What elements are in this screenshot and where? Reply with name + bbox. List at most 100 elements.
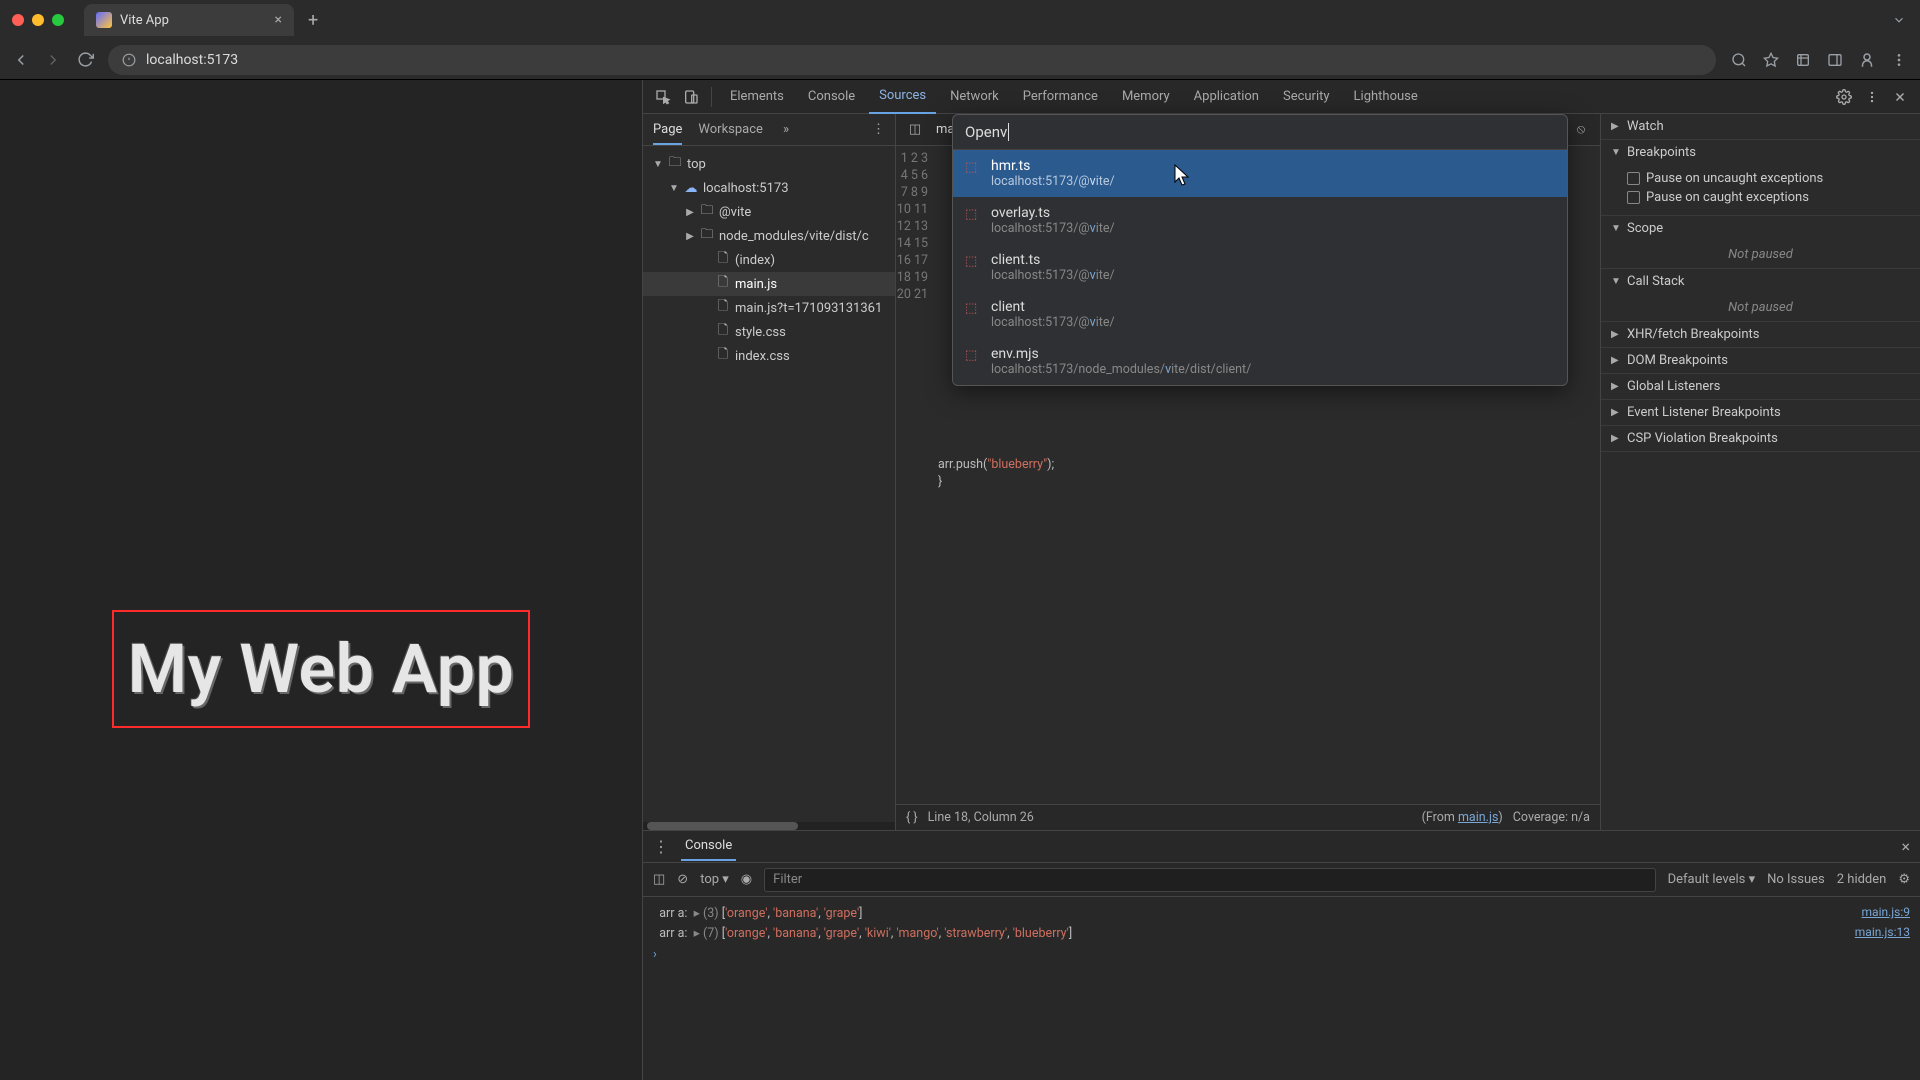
section-watch[interactable]: ▶Watch [1601, 114, 1920, 139]
section-scope[interactable]: ▼Scope [1601, 216, 1920, 241]
navtab-workspace[interactable]: Workspace [698, 122, 763, 137]
tree-file[interactable]: 🗋index.css [643, 344, 895, 368]
back-button[interactable] [12, 51, 30, 69]
tab-application[interactable]: Application [1184, 80, 1269, 114]
navigator-scrollbar[interactable] [643, 822, 895, 830]
console-log-row[interactable]: arr a: ▸ (3) ['orange', 'banana', 'grape… [653, 903, 1910, 923]
tab-sources[interactable]: Sources [869, 80, 936, 114]
sourcemap-from: (From main.js) [1422, 810, 1503, 825]
file-tree: ▼🗀top ▼☁localhost:5173 ▶🗀@vite ▶🗀node_mo… [643, 146, 895, 822]
sidepanel-icon[interactable] [1826, 51, 1844, 69]
tab-console[interactable]: Console [798, 80, 865, 114]
sourcemap-link[interactable]: main.js [1458, 810, 1498, 825]
cursor-position: Line 18, Column 26 [928, 810, 1034, 825]
rendered-page: My Web App [0, 80, 642, 1080]
console-live-expression-icon[interactable]: ◉ [741, 872, 752, 887]
command-palette: Open v ⬚hmr.tslocalhost:5173/@vite/⬚over… [952, 114, 1568, 386]
section-csp[interactable]: ▶CSP Violation Breakpoints [1601, 426, 1920, 451]
tab-performance[interactable]: Performance [1013, 80, 1108, 114]
palette-results: ⬚hmr.tslocalhost:5173/@vite/⬚overlay.tsl… [953, 150, 1567, 385]
console-levels[interactable]: Default levels ▾ [1668, 872, 1756, 887]
tree-file[interactable]: 🗋main.js?t=171093131361 [643, 296, 895, 320]
tree-folder-nodemodules[interactable]: ▶🗀node_modules/vite/dist/c [643, 224, 895, 248]
new-tab-button[interactable]: + [302, 10, 324, 31]
tab-bar: Vite App × + [0, 0, 1920, 40]
section-global[interactable]: ▶Global Listeners [1601, 374, 1920, 399]
section-dom[interactable]: ▶DOM Breakpoints [1601, 348, 1920, 373]
close-tab-icon[interactable]: × [275, 12, 282, 28]
tree-file[interactable]: 🗋main.js [643, 272, 895, 296]
console-source-link[interactable]: main.js:13 [1855, 925, 1910, 939]
navtab-overflow-icon[interactable]: » [783, 122, 789, 137]
device-toolbar-icon[interactable] [679, 85, 703, 109]
sources-navigator: Page Workspace » ⋮ ▼🗀top ▼☁localhost:517… [643, 114, 896, 830]
deactivate-breakpoints-icon[interactable]: ⦸ [1570, 122, 1592, 137]
page-heading: My Web App [128, 629, 515, 709]
gear-icon[interactable] [1832, 85, 1856, 109]
console-clear-icon[interactable]: ⊘ [677, 872, 688, 887]
reload-button[interactable] [76, 51, 94, 69]
tab-network[interactable]: Network [940, 80, 1009, 114]
tab-elements[interactable]: Elements [720, 80, 794, 114]
tree-host[interactable]: ▼☁localhost:5173 [643, 176, 895, 200]
site-info-icon[interactable] [122, 53, 136, 67]
tab-lighthouse[interactable]: Lighthouse [1344, 80, 1428, 114]
more-icon[interactable] [1860, 85, 1884, 109]
console-hidden[interactable]: 2 hidden [1837, 872, 1887, 887]
console-issues[interactable]: No Issues [1767, 872, 1825, 887]
drawer-menu-icon[interactable]: ⋮ [653, 837, 669, 856]
navtab-page[interactable]: Page [653, 122, 682, 145]
palette-item[interactable]: ⬚env.mjslocalhost:5173/node_modules/vite… [953, 338, 1567, 385]
toggle-navigator-icon[interactable]: ◫ [904, 122, 926, 137]
console-sidebar-toggle-icon[interactable]: ◫ [653, 872, 665, 887]
console-drawer: ⋮ Console × ◫ ⊘ top ▾ ◉ Filter Default l… [643, 830, 1920, 1080]
section-xhr[interactable]: ▶XHR/fetch Breakpoints [1601, 322, 1920, 347]
chevron-down-icon[interactable] [1890, 11, 1908, 29]
pretty-print-icon[interactable]: { } [906, 810, 918, 825]
drawer-close-icon[interactable]: × [1901, 837, 1910, 856]
console-settings-icon[interactable]: ⚙ [1898, 872, 1910, 887]
url-input[interactable]: localhost:5173 [108, 45, 1716, 75]
navtab-menu-icon[interactable]: ⋮ [872, 122, 885, 137]
browser-tab[interactable]: Vite App × [84, 4, 294, 36]
inspected-element-highlight: My Web App [112, 610, 530, 728]
section-breakpoints[interactable]: ▼Breakpoints [1601, 140, 1920, 165]
maximize-window-button[interactable] [52, 14, 64, 26]
favicon-icon [96, 12, 112, 28]
zoom-icon[interactable] [1730, 51, 1748, 69]
tab-security[interactable]: Security [1273, 80, 1340, 114]
console-context[interactable]: top ▾ [700, 872, 729, 887]
tab-title: Vite App [120, 13, 169, 28]
tab-memory[interactable]: Memory [1112, 80, 1180, 114]
checkbox-uncaught[interactable]: Pause on uncaught exceptions [1627, 169, 1910, 188]
extensions-icon[interactable] [1794, 51, 1812, 69]
tree-file[interactable]: 🗋style.css [643, 320, 895, 344]
close-devtools-icon[interactable] [1888, 85, 1912, 109]
palette-input[interactable]: Open v [953, 115, 1567, 150]
menu-icon[interactable] [1890, 51, 1908, 69]
console-filter-input[interactable]: Filter [764, 868, 1655, 892]
palette-item[interactable]: ⬚clientlocalhost:5173/@vite/ [953, 291, 1567, 338]
palette-item[interactable]: ⬚hmr.tslocalhost:5173/@vite/ [953, 150, 1567, 197]
checkbox-caught[interactable]: Pause on caught exceptions [1627, 188, 1910, 207]
palette-item[interactable]: ⬚overlay.tslocalhost:5173/@vite/ [953, 197, 1567, 244]
console-source-link[interactable]: main.js:9 [1862, 905, 1910, 919]
profile-icon[interactable] [1858, 51, 1876, 69]
close-window-button[interactable] [12, 14, 24, 26]
inspect-element-icon[interactable] [651, 85, 675, 109]
bookmark-icon[interactable] [1762, 51, 1780, 69]
window-controls [12, 14, 64, 26]
console-log-row[interactable]: arr a: ▸ (7) ['orange', 'banana', 'grape… [653, 923, 1910, 943]
minimize-window-button[interactable] [32, 14, 44, 26]
editor-status-bar: { } Line 18, Column 26 (From main.js) Co… [896, 804, 1600, 830]
tree-file[interactable]: 🗋(index) [643, 248, 895, 272]
console-prompt[interactable]: › [653, 943, 1910, 962]
section-event[interactable]: ▶Event Listener Breakpoints [1601, 400, 1920, 425]
section-callstack[interactable]: ▼Call Stack [1601, 269, 1920, 294]
address-bar: localhost:5173 [0, 40, 1920, 80]
tree-folder-vite[interactable]: ▶🗀@vite [643, 200, 895, 224]
forward-button[interactable] [44, 51, 62, 69]
palette-item[interactable]: ⬚client.tslocalhost:5173/@vite/ [953, 244, 1567, 291]
drawer-tab-console[interactable]: Console [681, 832, 736, 861]
tree-top[interactable]: ▼🗀top [643, 152, 895, 176]
